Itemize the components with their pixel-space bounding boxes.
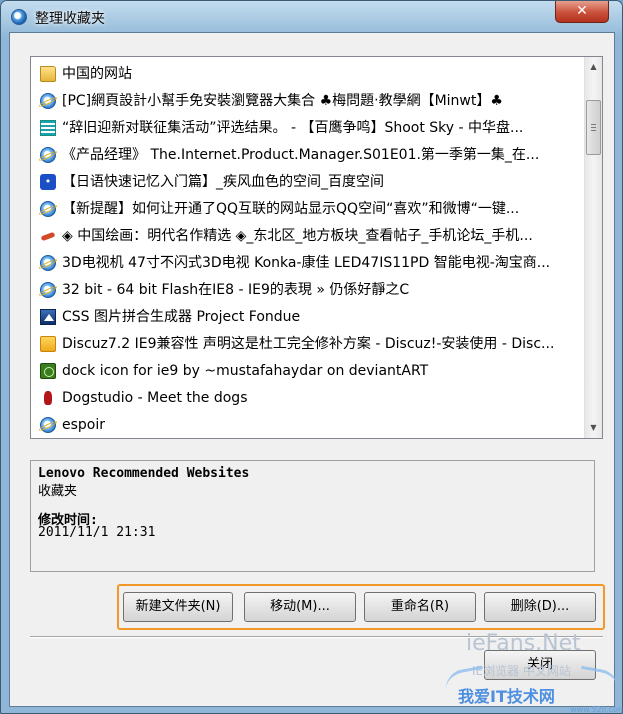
favorite-item[interactable]: 《产品经理》 The.Internet.Product.Manager.S01E…: [31, 142, 581, 169]
baidu-paw-icon: •: [40, 174, 56, 190]
favorite-item-label: 【日语快速记忆入门篇】_疾风血色的空间_百度空间: [62, 174, 384, 190]
ie-page-icon: [40, 147, 56, 163]
favorite-item-label: 【新提醒】如何让开通了QQ互联的网站显示QQ空间“喜欢”和微博“一键...: [62, 201, 520, 217]
organize-favorites-window: 整理收藏夹 ✕ 中国的网站 [PC]網頁設計小幫手免安裝瀏覽器大集合 ♣梅問題‧教…: [0, 0, 623, 714]
css-page-icon: [40, 309, 56, 325]
scroll-grip-line: [591, 124, 596, 125]
favorite-item[interactable]: Dogstudio - Meet the dogs: [31, 385, 581, 412]
ie-page-icon: [40, 417, 56, 433]
scroll-grip-line: [591, 130, 596, 131]
brush-icon: [40, 228, 56, 244]
selected-item-name: Lenovo Recommended Websites: [38, 466, 250, 481]
selected-item-location: 收藏夹: [38, 484, 78, 499]
favorite-item[interactable]: • 【日语快速记忆入门篇】_疾风血色的空间_百度空间: [31, 169, 581, 196]
title-bar[interactable]: 整理收藏夹 ✕: [1, 1, 622, 33]
deviantart-icon: [40, 363, 56, 379]
favorite-item-label: Discuz7.2 IE9兼容性 声明这是杜工完全修补方案 - Discuz!-…: [62, 336, 555, 352]
window-title: 整理收藏夹: [35, 11, 105, 27]
watermark-brand: 我爱IT技术网: [458, 687, 555, 706]
dogstudio-icon: [40, 390, 56, 406]
favorite-item[interactable]: 【新提醒】如何让开通了QQ互联的网站显示QQ空间“喜欢”和微博“一键...: [31, 196, 581, 223]
favorite-item[interactable]: [PC]網頁設計小幫手免安裝瀏覽器大集合 ♣梅問題‧教學網【Minwt】♣: [31, 88, 581, 115]
watermark-domain: www.52ij.com: [570, 705, 623, 714]
favorite-item-label: [PC]網頁設計小幫手免安裝瀏覽器大集合 ♣梅問題‧教學網【Minwt】♣: [62, 93, 503, 109]
window-close-button[interactable]: ✕: [555, 1, 609, 23]
favorite-item-label: dock icon for ie9 by ~mustafahaydar on d…: [62, 363, 429, 379]
favorite-item[interactable]: 3D电视机 47寸不闪式3D电视 Konka-康佳 LED47IS11PD 智能…: [31, 250, 581, 277]
favorite-item-label: 《产品经理》 The.Internet.Product.Manager.S01E…: [62, 147, 540, 163]
favorite-item[interactable]: CSS 图片拼合生成器 Project Fondue: [31, 304, 581, 331]
scroll-down-button[interactable]: ▼: [587, 420, 600, 435]
favorite-item[interactable]: dock icon for ie9 by ~mustafahaydar on d…: [31, 358, 581, 385]
favorite-item-label: 中国的网站: [62, 66, 132, 82]
scroll-thumb[interactable]: [586, 100, 601, 155]
watermark-wing-left: [443, 665, 489, 710]
button-separator: [30, 636, 603, 638]
discuz-icon: [40, 336, 56, 352]
details-panel: Lenovo Recommended Websites 收藏夹 修改时间: 20…: [30, 460, 595, 572]
rename-button[interactable]: 重命名(R): [364, 592, 476, 622]
close-button[interactable]: 关闭: [484, 650, 596, 680]
favorite-item-label: espoir: [62, 417, 106, 433]
ie-page-icon: [40, 282, 56, 298]
dialog-client-area: 中国的网站 [PC]網頁設計小幫手免安裝瀏覽器大集合 ♣梅問題‧教學網【Minwt…: [9, 32, 623, 714]
vertical-scrollbar[interactable]: ▲ ▼: [584, 57, 602, 438]
favorite-item[interactable]: 中国的网站: [31, 61, 581, 88]
favorite-item-label: 3D电视机 47寸不闪式3D电视 Konka-康佳 LED47IS11PD 智能…: [62, 255, 551, 271]
ie-app-icon: [11, 9, 27, 25]
folder-icon: [40, 66, 56, 82]
ie-page-icon: [40, 201, 56, 217]
delete-button[interactable]: 删除(D)...: [484, 592, 596, 622]
news-page-icon: [40, 120, 56, 136]
modified-time-value: 2011/11/1 21:31: [38, 525, 156, 540]
favorite-item-label: 32 bit - 64 bit Flash在IE8 - IE9的表現 » 仍係好…: [62, 282, 410, 298]
favorite-item-label: ◈ 中国绘画：明代名作精选 ◈_东北区_地方板块_查看帖子_手机论坛_手机...: [62, 228, 533, 244]
ie-page-icon: [40, 93, 56, 109]
scroll-grip-line: [591, 127, 596, 128]
favorite-item-label: CSS 图片拼合生成器 Project Fondue: [62, 309, 301, 325]
scroll-up-button[interactable]: ▲: [587, 59, 600, 74]
move-button[interactable]: 移动(M)...: [244, 592, 356, 622]
favorite-item[interactable]: ◈ 中国绘画：明代名作精选 ◈_东北区_地方板块_查看帖子_手机论坛_手机...: [31, 223, 581, 250]
favorite-item-label: “辞旧迎新对联征集活动”评选结果。 - 【百鹰争鸣】Shoot Sky - 中华…: [62, 120, 524, 136]
favorite-item[interactable]: 32 bit - 64 bit Flash在IE8 - IE9的表現 » 仍係好…: [31, 277, 581, 304]
favorite-item-label: Dogstudio - Meet the dogs: [62, 390, 248, 406]
ie-page-icon: [40, 255, 56, 271]
favorite-item[interactable]: espoir: [31, 412, 581, 438]
favorite-item[interactable]: “辞旧迎新对联征集活动”评选结果。 - 【百鹰争鸣】Shoot Sky - 中华…: [31, 115, 581, 142]
favorites-list[interactable]: 中国的网站 [PC]網頁設計小幫手免安裝瀏覽器大集合 ♣梅問題‧教學網【Minwt…: [30, 56, 603, 439]
favorite-item[interactable]: Discuz7.2 IE9兼容性 声明这是杜工完全修补方案 - Discuz!-…: [31, 331, 581, 358]
new-folder-button[interactable]: 新建文件夹(N): [123, 592, 233, 622]
